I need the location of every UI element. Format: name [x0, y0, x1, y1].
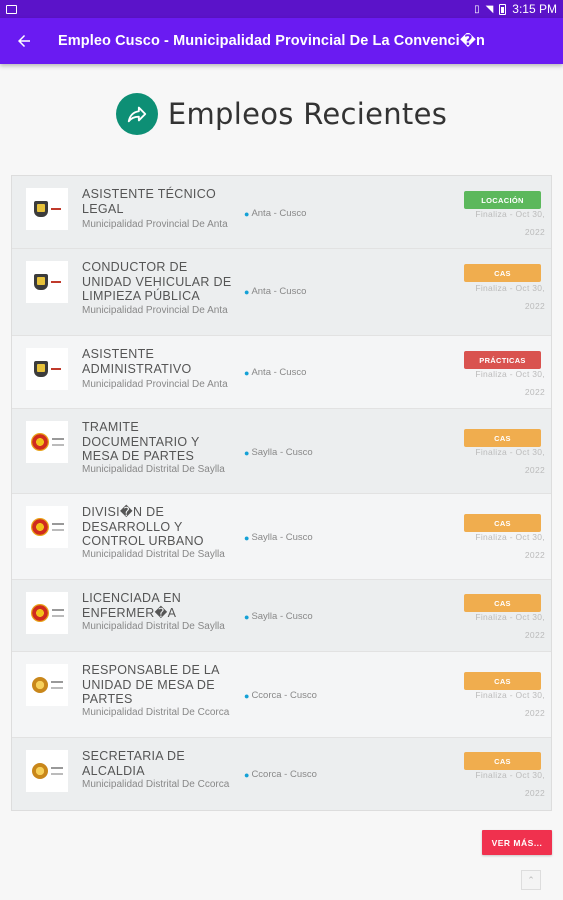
job-organization: Municipalidad Provincial De Anta	[82, 305, 228, 316]
org-logo	[26, 592, 68, 634]
job-title: DIVISI�N DE DESARROLLO Y CONTROL URBANO	[82, 505, 204, 548]
job-row[interactable]: DIVISI�N DE DESARROLLO Y CONTROL URBANO …	[12, 494, 551, 580]
gallery-notification-icon	[6, 4, 17, 14]
org-logo	[26, 348, 68, 390]
app-bar-title: Empleo Cusco - Municipalidad Provincial …	[58, 33, 486, 49]
job-row[interactable]: LICENCIADA EN ENFERMER�A Municipalidad D…	[12, 580, 551, 652]
job-deadline: Finaliza - Oct 30, 2022	[475, 770, 545, 798]
job-deadline: Finaliza - Oct 30, 2022	[475, 612, 545, 640]
job-row[interactable]: CONDUCTOR DE UNIDAD VEHICULAR DE LIMPIEZ…	[12, 249, 551, 336]
job-location: ● Anta - Cusco	[244, 208, 307, 219]
job-organization: Municipalidad Provincial De Anta	[82, 219, 228, 230]
org-logo	[26, 421, 68, 463]
job-organization: Municipalidad Provincial De Anta	[82, 379, 228, 390]
org-logo	[26, 506, 68, 548]
job-location: ● Saylla - Cusco	[244, 532, 313, 543]
share-arrow-icon	[115, 93, 158, 135]
job-location: ● Ccorca - Cusco	[244, 690, 317, 701]
job-deadline: Finaliza - Oct 30, 2022	[475, 209, 545, 237]
status-time: 3:15 PM	[512, 2, 557, 16]
job-row[interactable]: ASISTENTE TÉCNICO LEGAL Municipalidad Pr…	[12, 176, 551, 249]
job-title: LICENCIADA EN ENFERMER�A	[82, 591, 182, 620]
job-row[interactable]: SECRETARIA DE ALCALDIA Municipalidad Dis…	[12, 738, 551, 810]
battery-icon	[499, 3, 507, 15]
map-pin-icon: ●	[244, 208, 250, 219]
job-organization: Municipalidad Distrital De Ccorca	[82, 707, 230, 718]
app-bar: Empleo Cusco - Municipalidad Provincial …	[0, 18, 563, 64]
map-pin-icon: ●	[244, 447, 250, 458]
job-row[interactable]: RESPONSABLE DE LA UNIDAD DE MESA DE PART…	[12, 652, 551, 738]
scroll-top-button[interactable]: ⌃	[521, 870, 541, 890]
job-organization: Municipalidad Distrital De Ccorca	[82, 779, 230, 790]
job-title: TRAMITE DOCUMENTARIO Y MESA DE PARTES	[82, 420, 200, 463]
job-location: ● Anta - Cusco	[244, 367, 307, 378]
job-deadline: Finaliza - Oct 30, 2022	[475, 690, 545, 718]
job-location: ● Saylla - Cusco	[244, 611, 313, 622]
job-organization: Municipalidad Distrital De Saylla	[82, 464, 225, 475]
job-title: ASISTENTE ADMINISTRATIVO	[82, 347, 192, 376]
org-logo	[26, 664, 68, 706]
job-title: ASISTENTE TÉCNICO LEGAL	[82, 187, 217, 216]
job-deadline: Finaliza - Oct 30, 2022	[475, 369, 545, 397]
map-pin-icon: ●	[244, 769, 250, 780]
job-row[interactable]: TRAMITE DOCUMENTARIO Y MESA DE PARTES Mu…	[12, 409, 551, 494]
job-deadline: Finaliza - Oct 30, 2022	[475, 447, 545, 475]
org-logo	[26, 261, 68, 303]
job-title: CONDUCTOR DE UNIDAD VEHICULAR DE LIMPIEZ…	[82, 260, 232, 303]
map-pin-icon: ●	[244, 611, 250, 622]
wifi-icon: ◥	[485, 3, 494, 15]
section-heading: Empleos Recientes	[0, 92, 563, 136]
map-pin-icon: ●	[244, 690, 250, 701]
job-organization: Municipalidad Distrital De Saylla	[82, 549, 225, 560]
back-button[interactable]	[0, 18, 48, 64]
job-deadline: Finaliza - Oct 30, 2022	[475, 532, 545, 560]
job-organization: Municipalidad Distrital De Saylla	[82, 621, 225, 632]
job-location: ● Ccorca - Cusco	[244, 769, 317, 780]
chevron-up-icon: ⌃	[527, 874, 535, 885]
arrow-left-icon	[18, 35, 30, 47]
map-pin-icon: ●	[244, 532, 250, 543]
org-logo	[26, 188, 68, 230]
map-pin-icon: ●	[244, 367, 250, 378]
status-bar: ▯ ◥ 3:15 PM	[0, 0, 563, 18]
vibrate-icon: ▯	[474, 3, 480, 15]
section-title: Empleos Recientes	[167, 97, 448, 131]
job-title: RESPONSABLE DE LA UNIDAD DE MESA DE PART…	[82, 663, 220, 706]
job-location: ● Saylla - Cusco	[244, 447, 313, 458]
org-logo	[26, 750, 68, 792]
job-deadline: Finaliza - Oct 30, 2022	[475, 283, 545, 311]
job-location: ● Anta - Cusco	[244, 286, 307, 297]
job-list: ASISTENTE TÉCNICO LEGAL Municipalidad Pr…	[11, 175, 552, 811]
job-title: SECRETARIA DE ALCALDIA	[82, 749, 185, 778]
map-pin-icon: ●	[244, 286, 250, 297]
see-more-button[interactable]: VER MÁS...	[482, 830, 552, 855]
job-row[interactable]: ASISTENTE ADMINISTRATIVO Municipalidad P…	[12, 336, 551, 409]
